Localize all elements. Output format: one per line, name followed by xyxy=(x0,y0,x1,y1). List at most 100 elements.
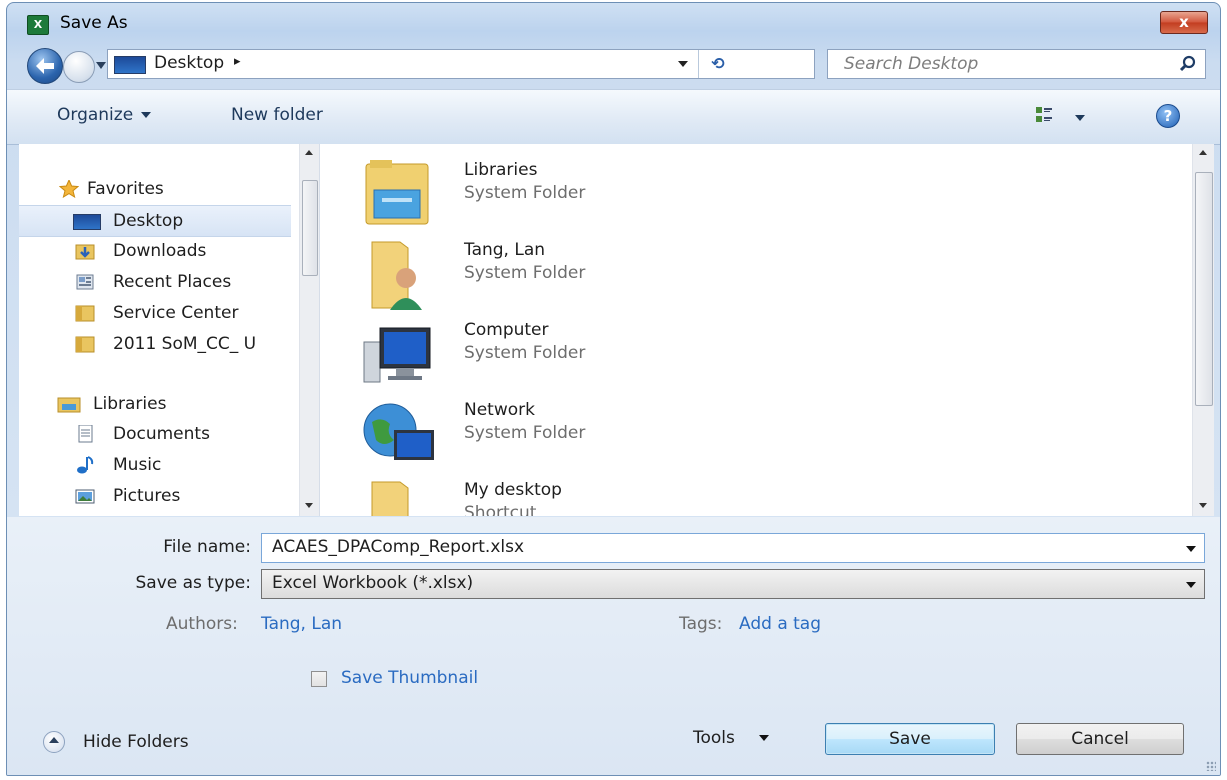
nav-item-label: Service Center xyxy=(113,303,239,323)
desktop-icon xyxy=(114,56,146,74)
nav-item-downloads[interactable]: Downloads xyxy=(19,236,291,266)
nav-item-label: Documents xyxy=(113,424,210,444)
hide-folders-icon[interactable] xyxy=(43,731,65,753)
file-name-label: File name: xyxy=(163,537,251,557)
scroll-down-icon[interactable] xyxy=(1199,503,1207,508)
save-thumbnail-checkbox[interactable] xyxy=(311,671,327,687)
user-folder-icon xyxy=(371,241,422,310)
view-options-dropdown[interactable] xyxy=(1075,115,1085,121)
computer-icon xyxy=(363,327,431,383)
downloads-icon xyxy=(75,244,95,260)
nav-item-pictures[interactable]: Pictures xyxy=(19,481,291,511)
desktop-icon xyxy=(73,214,101,230)
file-type: System Folder xyxy=(464,343,586,363)
address-bar[interactable]: Desktop ▸ ⟲ xyxy=(107,49,815,79)
nav-scrollbar[interactable] xyxy=(299,144,319,516)
file-scrollbar[interactable] xyxy=(1192,144,1214,516)
save-options-panel: File name: ACAES_DPAComp_Report.xlsx Sav… xyxy=(7,517,1220,775)
forward-button[interactable] xyxy=(63,51,95,83)
nav-item-label: Favorites xyxy=(87,179,164,199)
network-icon xyxy=(363,403,434,460)
search-input[interactable]: Search Desktop xyxy=(827,49,1206,79)
nav-favorites-header[interactable]: Favorites xyxy=(19,174,291,204)
organize-button[interactable]: Organize xyxy=(57,105,152,125)
close-button[interactable]: x xyxy=(1160,11,1208,34)
nav-item-service-center[interactable]: Service Center xyxy=(19,298,291,328)
organize-label: Organize xyxy=(57,105,134,125)
save-type-value: Excel Workbook (*.xlsx) xyxy=(272,573,474,593)
file-item-computer[interactable]: Computer System Folder xyxy=(360,320,760,390)
star-icon xyxy=(59,180,79,198)
nav-item-2011-som[interactable]: 2011 SoM_CC_ U xyxy=(19,329,291,359)
chevron-down-icon xyxy=(758,735,769,741)
help-icon[interactable]: ? xyxy=(1156,104,1180,128)
command-bar: Organize New folder ? xyxy=(7,89,1220,145)
file-name-value[interactable]: ACAES_DPAComp_Report.xlsx xyxy=(272,537,524,557)
save-type-select[interactable]: Excel Workbook (*.xlsx) xyxy=(261,569,1205,599)
scroll-up-icon[interactable] xyxy=(1199,150,1207,155)
nav-item-label: Recent Places xyxy=(113,272,232,292)
file-item-tang-lan[interactable]: Tang, Lan System Folder xyxy=(360,240,760,310)
tools-button[interactable]: Tools xyxy=(693,728,769,748)
tags-value[interactable]: Add a tag xyxy=(739,614,821,634)
nav-item-label: Desktop xyxy=(113,211,184,231)
scroll-down-icon[interactable] xyxy=(305,503,313,508)
save-thumbnail-label[interactable]: Save Thumbnail xyxy=(341,668,478,688)
cancel-button[interactable]: Cancel xyxy=(1016,723,1184,755)
nav-item-music[interactable]: Music xyxy=(19,450,291,480)
folder-icon xyxy=(75,336,95,353)
nav-item-recent-places[interactable]: Recent Places xyxy=(19,267,291,297)
address-dropdown-icon[interactable] xyxy=(678,61,688,67)
recent-places-icon xyxy=(76,274,94,290)
file-list: Libraries System Folder Tang, Lan System… xyxy=(320,144,1214,516)
scroll-up-icon[interactable] xyxy=(305,150,313,155)
nav-libraries-header[interactable]: Libraries xyxy=(19,389,291,419)
file-item-my-desktop[interactable]: My desktop Shortcut xyxy=(360,480,760,516)
scroll-thumb[interactable] xyxy=(1195,172,1213,406)
libraries-icon xyxy=(365,160,429,225)
file-name: Libraries xyxy=(464,160,538,180)
navigation-pane: Favorites Desktop Downloads Recent Place… xyxy=(19,144,320,516)
chevron-down-icon xyxy=(141,112,152,118)
authors-value[interactable]: Tang, Lan xyxy=(261,614,342,634)
nav-item-label: Libraries xyxy=(93,394,167,414)
nav-item-label: Downloads xyxy=(113,241,207,261)
nav-item-label: Pictures xyxy=(113,486,181,506)
nav-item-documents[interactable]: Documents xyxy=(19,419,291,449)
hide-folders-button[interactable]: Hide Folders xyxy=(83,732,189,752)
resize-grip-icon[interactable] xyxy=(1206,761,1216,771)
folder-icon xyxy=(75,305,95,322)
tags-label: Tags: xyxy=(679,614,723,634)
address-location[interactable]: Desktop xyxy=(154,53,224,73)
tools-label: Tools xyxy=(693,728,735,748)
file-item-libraries[interactable]: Libraries System Folder xyxy=(360,160,760,230)
save-type-label: Save as type: xyxy=(135,573,251,593)
change-view-icon[interactable] xyxy=(1035,106,1053,124)
back-button[interactable] xyxy=(27,48,63,84)
navigation-bar: Desktop ▸ ⟲ Search Desktop xyxy=(7,43,1220,87)
file-type: Shortcut xyxy=(464,503,537,516)
file-name-field[interactable]: ACAES_DPAComp_Report.xlsx xyxy=(261,533,1205,563)
file-type: System Folder xyxy=(464,423,586,443)
nav-item-label: Music xyxy=(113,455,162,475)
file-name: My desktop xyxy=(464,480,562,500)
file-item-network[interactable]: Network System Folder xyxy=(360,400,760,470)
chevron-down-icon[interactable] xyxy=(1186,582,1196,588)
refresh-button[interactable]: ⟲ xyxy=(698,50,737,78)
file-name: Network xyxy=(464,400,535,420)
nav-item-desktop[interactable]: Desktop xyxy=(19,205,291,237)
excel-icon: X xyxy=(27,15,49,35)
authors-label: Authors: xyxy=(166,614,238,634)
new-folder-button[interactable]: New folder xyxy=(231,105,323,125)
dialog-title: Save As xyxy=(60,13,128,33)
search-icon[interactable] xyxy=(1179,55,1197,73)
chevron-down-icon[interactable] xyxy=(1186,546,1196,552)
save-button[interactable]: Save xyxy=(825,723,995,755)
scroll-thumb[interactable] xyxy=(302,180,318,276)
recent-pages-dropdown[interactable] xyxy=(96,62,106,69)
music-icon xyxy=(77,456,94,474)
breadcrumb-chevron-icon[interactable]: ▸ xyxy=(234,54,241,69)
file-type: System Folder xyxy=(464,263,586,283)
nav-item-label: 2011 SoM_CC_ U xyxy=(113,334,257,354)
libraries-icon xyxy=(57,397,81,413)
